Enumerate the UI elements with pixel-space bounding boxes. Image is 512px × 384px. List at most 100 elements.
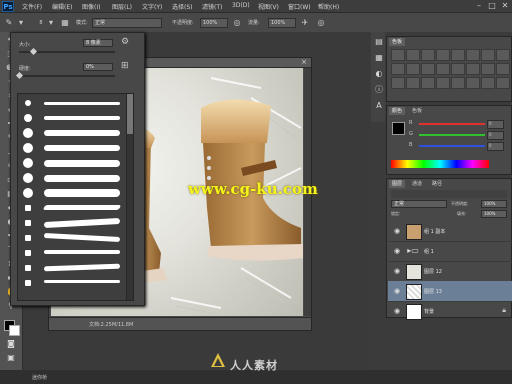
quick-mask-icon[interactable]: ◙ bbox=[4, 338, 18, 350]
layer-row-selected[interactable]: ◉ 图层 13 bbox=[388, 281, 512, 302]
menu-layer[interactable]: 图层(L) bbox=[112, 2, 132, 11]
eye-icon[interactable]: ◉ bbox=[392, 226, 402, 236]
eye-icon[interactable]: ◉ bbox=[392, 266, 402, 276]
swatch[interactable] bbox=[496, 49, 510, 61]
swatch[interactable] bbox=[391, 63, 405, 75]
menu-file[interactable]: 文件(F) bbox=[22, 2, 42, 11]
brush-size-field[interactable]: 8 像素 bbox=[83, 39, 113, 47]
swatch[interactable] bbox=[391, 77, 405, 89]
history-panel-icon[interactable]: ▤ bbox=[372, 36, 386, 48]
brush-tool-icon[interactable]: ✎ bbox=[4, 18, 14, 28]
layer-row[interactable]: ◉ 背景 🔒︎ bbox=[388, 301, 512, 322]
pressure-opacity-icon[interactable]: ◎ bbox=[232, 18, 242, 28]
brush-preset-item[interactable] bbox=[18, 216, 126, 231]
swatch[interactable] bbox=[451, 63, 465, 75]
close-icon[interactable]: ✕ bbox=[500, 1, 510, 10]
tab-paths[interactable]: 路径 bbox=[429, 180, 445, 188]
menu-help[interactable]: 帮助(H) bbox=[318, 2, 339, 11]
menu-select[interactable]: 选择(S) bbox=[172, 2, 193, 11]
brush-preset-item[interactable] bbox=[18, 246, 126, 261]
brush-preset-item[interactable] bbox=[18, 96, 126, 111]
brush-preset-item[interactable] bbox=[18, 201, 126, 216]
flow-field[interactable]: 100% bbox=[268, 18, 296, 28]
close-document-icon[interactable]: × bbox=[300, 58, 308, 67]
swatch[interactable] bbox=[481, 49, 495, 61]
brush-preset-item[interactable] bbox=[18, 126, 126, 141]
blend-mode-select[interactable]: 正常 bbox=[391, 200, 447, 208]
brush-preset-item[interactable] bbox=[18, 141, 126, 156]
layer-opacity-field[interactable]: 100% bbox=[481, 200, 507, 208]
swatch[interactable] bbox=[436, 63, 450, 75]
adjustments-panel-icon[interactable]: ◐ bbox=[372, 68, 386, 80]
swatch[interactable] bbox=[481, 77, 495, 89]
blue-value-field[interactable]: 0 bbox=[487, 142, 504, 151]
swatch[interactable] bbox=[421, 63, 435, 75]
brush-preset-item[interactable] bbox=[18, 171, 126, 186]
foreground-color-chip[interactable] bbox=[392, 122, 405, 135]
tab-layers[interactable]: 图层 bbox=[389, 180, 406, 188]
swatch[interactable] bbox=[481, 63, 495, 75]
chevron-down-icon[interactable]: ▾ bbox=[46, 18, 56, 28]
red-value-field[interactable]: 0 bbox=[487, 120, 504, 129]
tab-channels[interactable]: 通道 bbox=[409, 180, 425, 188]
eye-icon[interactable]: ◉ bbox=[392, 286, 402, 296]
character-panel-icon[interactable]: A bbox=[372, 100, 386, 112]
properties-panel-icon[interactable]: ▦ bbox=[372, 52, 386, 64]
swatch[interactable] bbox=[436, 77, 450, 89]
layer-filter-bar[interactable] bbox=[391, 190, 507, 198]
menu-3d[interactable]: 3D(D) bbox=[232, 2, 250, 9]
swatch[interactable] bbox=[391, 49, 405, 61]
menu-edit[interactable]: 编辑(E) bbox=[52, 2, 72, 11]
brush-list-scrollbar[interactable] bbox=[126, 93, 134, 301]
brush-preset-list[interactable] bbox=[17, 93, 127, 301]
swatch[interactable] bbox=[451, 49, 465, 61]
scrollbar-thumb[interactable] bbox=[127, 94, 133, 134]
settings-gear-icon[interactable]: ⚙ bbox=[121, 37, 129, 47]
brush-preset-item[interactable] bbox=[18, 111, 126, 126]
tab-swatches-2[interactable]: 色板 bbox=[409, 107, 425, 115]
info-panel-icon[interactable]: ⓘ bbox=[372, 84, 386, 96]
menu-type[interactable]: 文字(Y) bbox=[142, 2, 162, 11]
brush-size-preview[interactable]: 8 bbox=[36, 18, 46, 28]
pressure-size-icon[interactable]: ◎ bbox=[316, 18, 326, 28]
swatch[interactable] bbox=[421, 77, 435, 89]
tab-color[interactable]: 颜色 bbox=[389, 107, 406, 115]
brush-preset-item[interactable] bbox=[18, 156, 126, 171]
hardness-knob[interactable] bbox=[15, 71, 24, 80]
green-slider[interactable] bbox=[419, 134, 485, 136]
swatch[interactable] bbox=[466, 77, 480, 89]
eye-icon[interactable]: ◉ bbox=[392, 306, 402, 316]
layer-row[interactable]: ◉ 组 1 副本 bbox=[388, 221, 512, 242]
background-color-swatch[interactable] bbox=[9, 325, 20, 336]
blue-slider[interactable] bbox=[419, 145, 485, 147]
layer-row[interactable]: ◉ ▸▭ 组 1 bbox=[388, 241, 512, 262]
swatch[interactable] bbox=[496, 77, 510, 89]
chevron-down-icon[interactable]: ▾ bbox=[16, 18, 26, 28]
swatch[interactable] bbox=[496, 63, 510, 75]
brush-size-knob[interactable] bbox=[30, 47, 38, 56]
swatch[interactable] bbox=[421, 49, 435, 61]
screen-mode-icon[interactable]: ▣ bbox=[4, 352, 18, 364]
green-value-field[interactable]: 0 bbox=[487, 131, 504, 140]
swatch[interactable] bbox=[466, 49, 480, 61]
swatch[interactable] bbox=[406, 63, 420, 75]
tab-swatches[interactable]: 色板 bbox=[389, 38, 406, 46]
airbrush-icon[interactable]: ✈ bbox=[300, 18, 310, 28]
eye-icon[interactable]: ◉ bbox=[392, 246, 402, 256]
restore-icon[interactable]: □ bbox=[487, 1, 497, 10]
swatch[interactable] bbox=[406, 49, 420, 61]
menu-filter[interactable]: 滤镜(T) bbox=[202, 2, 222, 11]
opacity-field[interactable]: 100% bbox=[200, 18, 228, 28]
mode-select[interactable]: 正常 bbox=[92, 18, 162, 28]
new-preset-icon[interactable]: ⊞ bbox=[121, 61, 129, 71]
mini-bridge-tab[interactable]: 迷你桥 bbox=[32, 374, 47, 381]
layer-row[interactable]: ◉ 图层 12 bbox=[388, 261, 512, 282]
brush-preset-item[interactable] bbox=[18, 276, 126, 291]
hardness-field[interactable]: 0% bbox=[83, 63, 113, 71]
swatch[interactable] bbox=[406, 77, 420, 89]
menu-window[interactable]: 窗口(W) bbox=[288, 2, 311, 11]
color-spectrum[interactable] bbox=[391, 160, 489, 168]
swatch[interactable] bbox=[436, 49, 450, 61]
swatch[interactable] bbox=[466, 63, 480, 75]
red-slider[interactable] bbox=[419, 123, 485, 125]
